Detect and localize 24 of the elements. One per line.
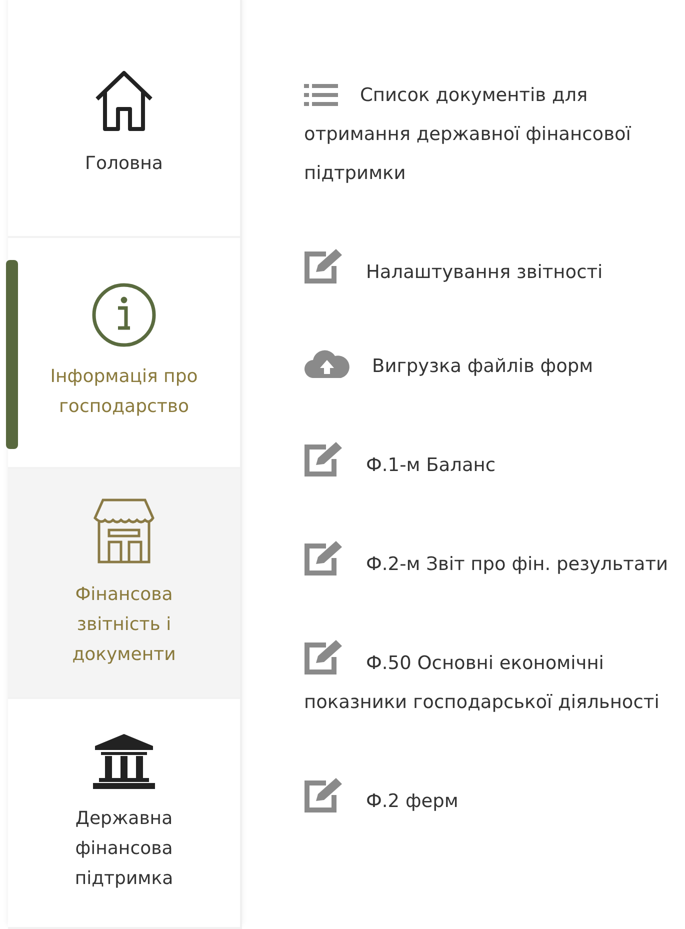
sidebar-item[interactable]: Інформація про господарство [8,238,240,468]
menu-link[interactable]: Налаштування звітності [304,248,677,292]
list-icon [304,83,338,107]
info-icon [91,282,157,348]
menu-link[interactable]: Ф.50 Основні економічні показники господарської діяльності [304,639,677,722]
bank-building-icon [91,732,157,790]
sidebar-item[interactable]: Державна фінансова підтримка [8,698,240,929]
edit-icon [304,777,344,813]
cloud-upload-icon [304,348,350,378]
edit-icon [304,248,344,284]
sidebar-item-label: Головна [84,152,164,176]
menu-link[interactable]: Ф.2 ферм [304,777,677,821]
edit-icon [304,540,344,576]
sidebar-item-label: Фінансова звітність і документи [71,582,177,667]
menu-link[interactable]: Ф.1-м Баланс [304,441,677,485]
edit-icon [304,441,344,477]
menu-link[interactable]: Вигрузка файлів форм [304,347,677,386]
sidebar-item[interactable]: Головна [8,8,240,238]
edit-icon [304,639,344,675]
sidebar-item-label: Інформація про господарство [49,365,199,420]
sidebar-item[interactable]: Фінансова звітність і документи [8,468,240,699]
menu-link[interactable]: Ф.2-м Звіт про фін. результати [304,540,677,584]
menu-link[interactable]: Список документів для отримання державної фінансової підтримки [304,76,677,193]
sidebar-item-label: Державна фінансова підтримка [74,806,174,891]
